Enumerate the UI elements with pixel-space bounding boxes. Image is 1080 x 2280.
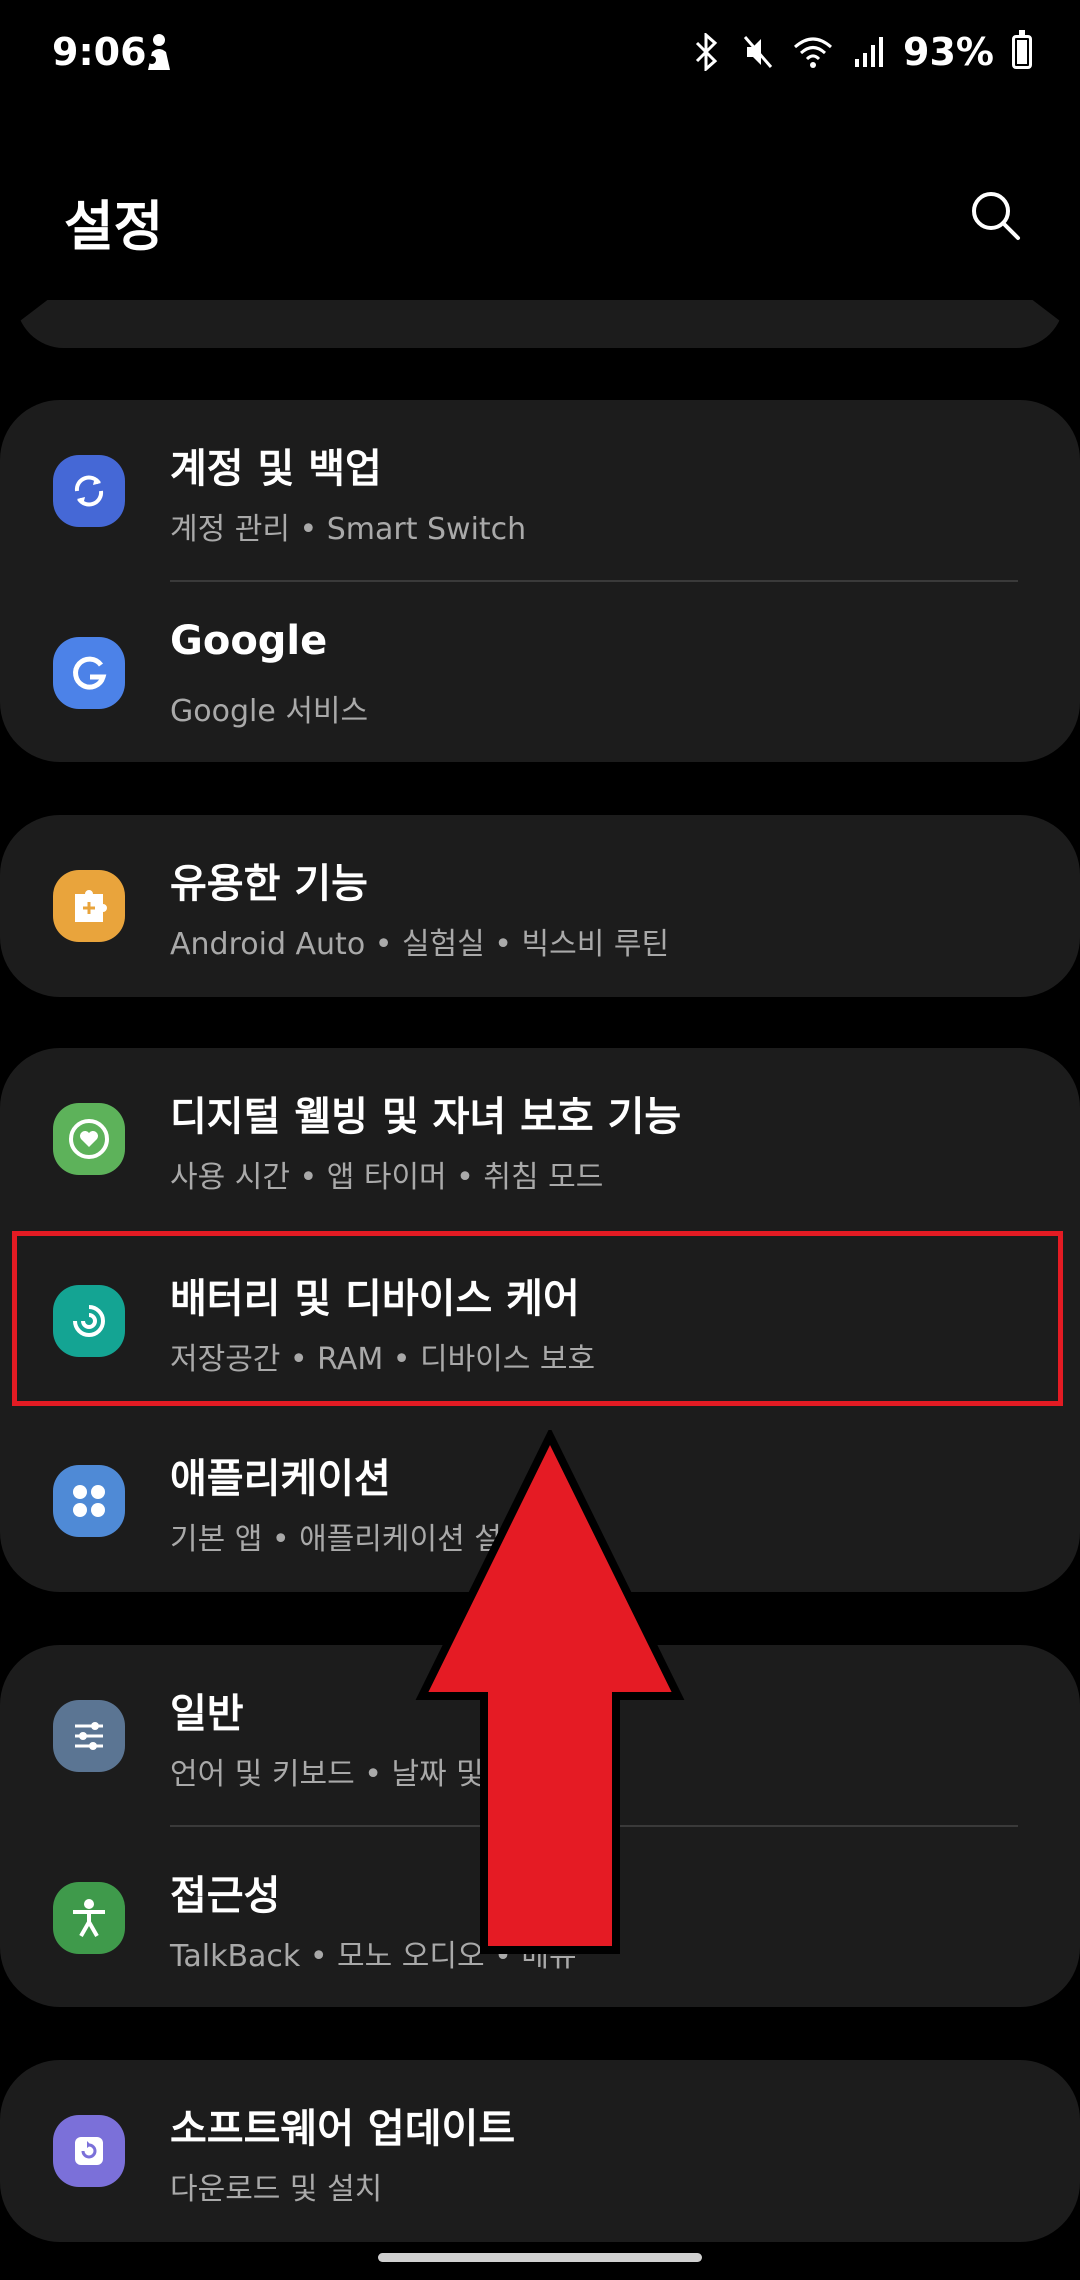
battery-icon bbox=[1012, 30, 1032, 69]
up-arrow-annotation bbox=[415, 1430, 685, 1954]
item-subtitle: 계정 관리 • Smart Switch bbox=[170, 512, 527, 547]
settings-group: 소프트웨어 업데이트 다운로드 및 설치 bbox=[0, 2060, 1080, 2242]
status-icons: 93% bbox=[689, 30, 1032, 74]
google-g-icon bbox=[53, 637, 125, 709]
settings-group: 유용한 기능 Android Auto • 실험실 • 빅스비 루틴 bbox=[0, 815, 1080, 997]
page-title: 설정 bbox=[64, 195, 164, 258]
wifi-icon bbox=[794, 37, 833, 68]
bluetooth-icon bbox=[695, 33, 718, 71]
item-title: 소프트웨어 업데이트 bbox=[170, 2106, 516, 2152]
sliders-icon bbox=[53, 1700, 125, 1772]
sync-icon bbox=[53, 455, 125, 527]
settings-item-useful-features[interactable]: 유용한 기능 Android Auto • 실험실 • 빅스비 루틴 bbox=[0, 815, 1080, 997]
status-time: 9:06 bbox=[52, 30, 147, 74]
item-title: Google bbox=[170, 618, 328, 664]
person-status-icon bbox=[148, 34, 170, 70]
accessibility-icon bbox=[53, 1882, 125, 1954]
heart-circle-icon bbox=[53, 1103, 125, 1175]
settings-item-software-update[interactable]: 소프트웨어 업데이트 다운로드 및 설치 bbox=[0, 2060, 1080, 2242]
item-title: 일반 bbox=[170, 1691, 244, 1737]
item-title: 유용한 기능 bbox=[170, 861, 368, 907]
apps-grid-icon bbox=[53, 1465, 125, 1537]
item-title: 디지털 웰빙 및 자녀 보호 기능 bbox=[170, 1094, 682, 1140]
puzzle-plus-icon bbox=[53, 870, 125, 942]
partial-card-scrolled bbox=[16, 300, 1064, 348]
item-title: 접근성 bbox=[170, 1873, 281, 1919]
update-icon bbox=[53, 2115, 125, 2187]
item-subtitle: 사용 시간 • 앱 타이머 • 취침 모드 bbox=[170, 1160, 604, 1195]
item-subtitle: Android Auto • 실험실 • 빅스비 루틴 bbox=[170, 927, 670, 962]
item-title: 계정 및 백업 bbox=[170, 446, 382, 492]
search-icon[interactable] bbox=[966, 186, 1026, 246]
settings-item-accounts-backup[interactable]: 계정 및 백업 계정 관리 • Smart Switch bbox=[0, 400, 1080, 582]
item-subtitle: 다운로드 및 설치 bbox=[170, 2172, 383, 2207]
gesture-nav-handle[interactable] bbox=[378, 2253, 702, 2262]
item-title: 애플리케이션 bbox=[170, 1456, 391, 1502]
settings-item-digital-wellbeing[interactable]: 디지털 웰빙 및 자녀 보호 기능 사용 시간 • 앱 타이머 • 취침 모드 bbox=[0, 1048, 1080, 1230]
settings-group: 계정 및 백업 계정 관리 • Smart Switch Google Goog… bbox=[0, 400, 1080, 762]
mute-icon bbox=[743, 36, 773, 68]
highlight-box bbox=[12, 1231, 1063, 1406]
settings-item-google[interactable]: Google Google 서비스 bbox=[0, 582, 1080, 764]
signal-icon bbox=[855, 37, 884, 67]
status-bar: 9:06 93% bbox=[0, 0, 1080, 110]
item-subtitle: Google 서비스 bbox=[170, 694, 369, 729]
battery-percent: 93% bbox=[903, 30, 994, 74]
